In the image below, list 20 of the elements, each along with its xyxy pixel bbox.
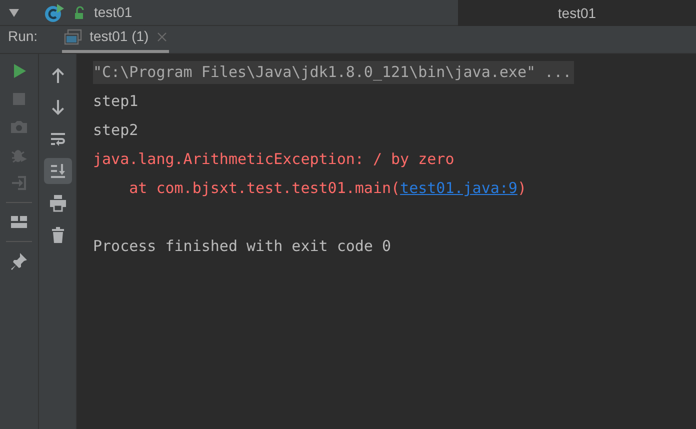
output-line: step2 xyxy=(93,120,138,142)
window-title: test01 xyxy=(558,4,596,22)
class-run-icon xyxy=(44,4,66,22)
unlocked-icon xyxy=(74,6,86,20)
stack-trace-line: at com.bjsxt.test.test01.main(test01.java:9) xyxy=(128,178,526,200)
console-icon xyxy=(64,28,82,44)
error-line: java.lang.ArithmeticException: / by zero xyxy=(93,149,454,170)
pin-icon[interactable] xyxy=(10,252,28,270)
run-tab[interactable]: test01 (1) xyxy=(62,27,169,53)
wrap-lines-icon xyxy=(48,130,66,148)
scroll-to-end-icon xyxy=(48,162,66,180)
run-label: Run: xyxy=(8,27,38,46)
output-line: step1 xyxy=(93,91,138,112)
printer-icon xyxy=(48,194,66,212)
collapse-arrow-icon[interactable] xyxy=(8,8,20,18)
class-name: test01 xyxy=(94,3,132,22)
scroll-to-end-button[interactable] xyxy=(44,158,72,184)
output-line: Process finished with exit code 0 xyxy=(93,236,392,258)
source-link[interactable]: test01.java:9 xyxy=(400,179,518,198)
layout-icon[interactable] xyxy=(10,213,28,231)
